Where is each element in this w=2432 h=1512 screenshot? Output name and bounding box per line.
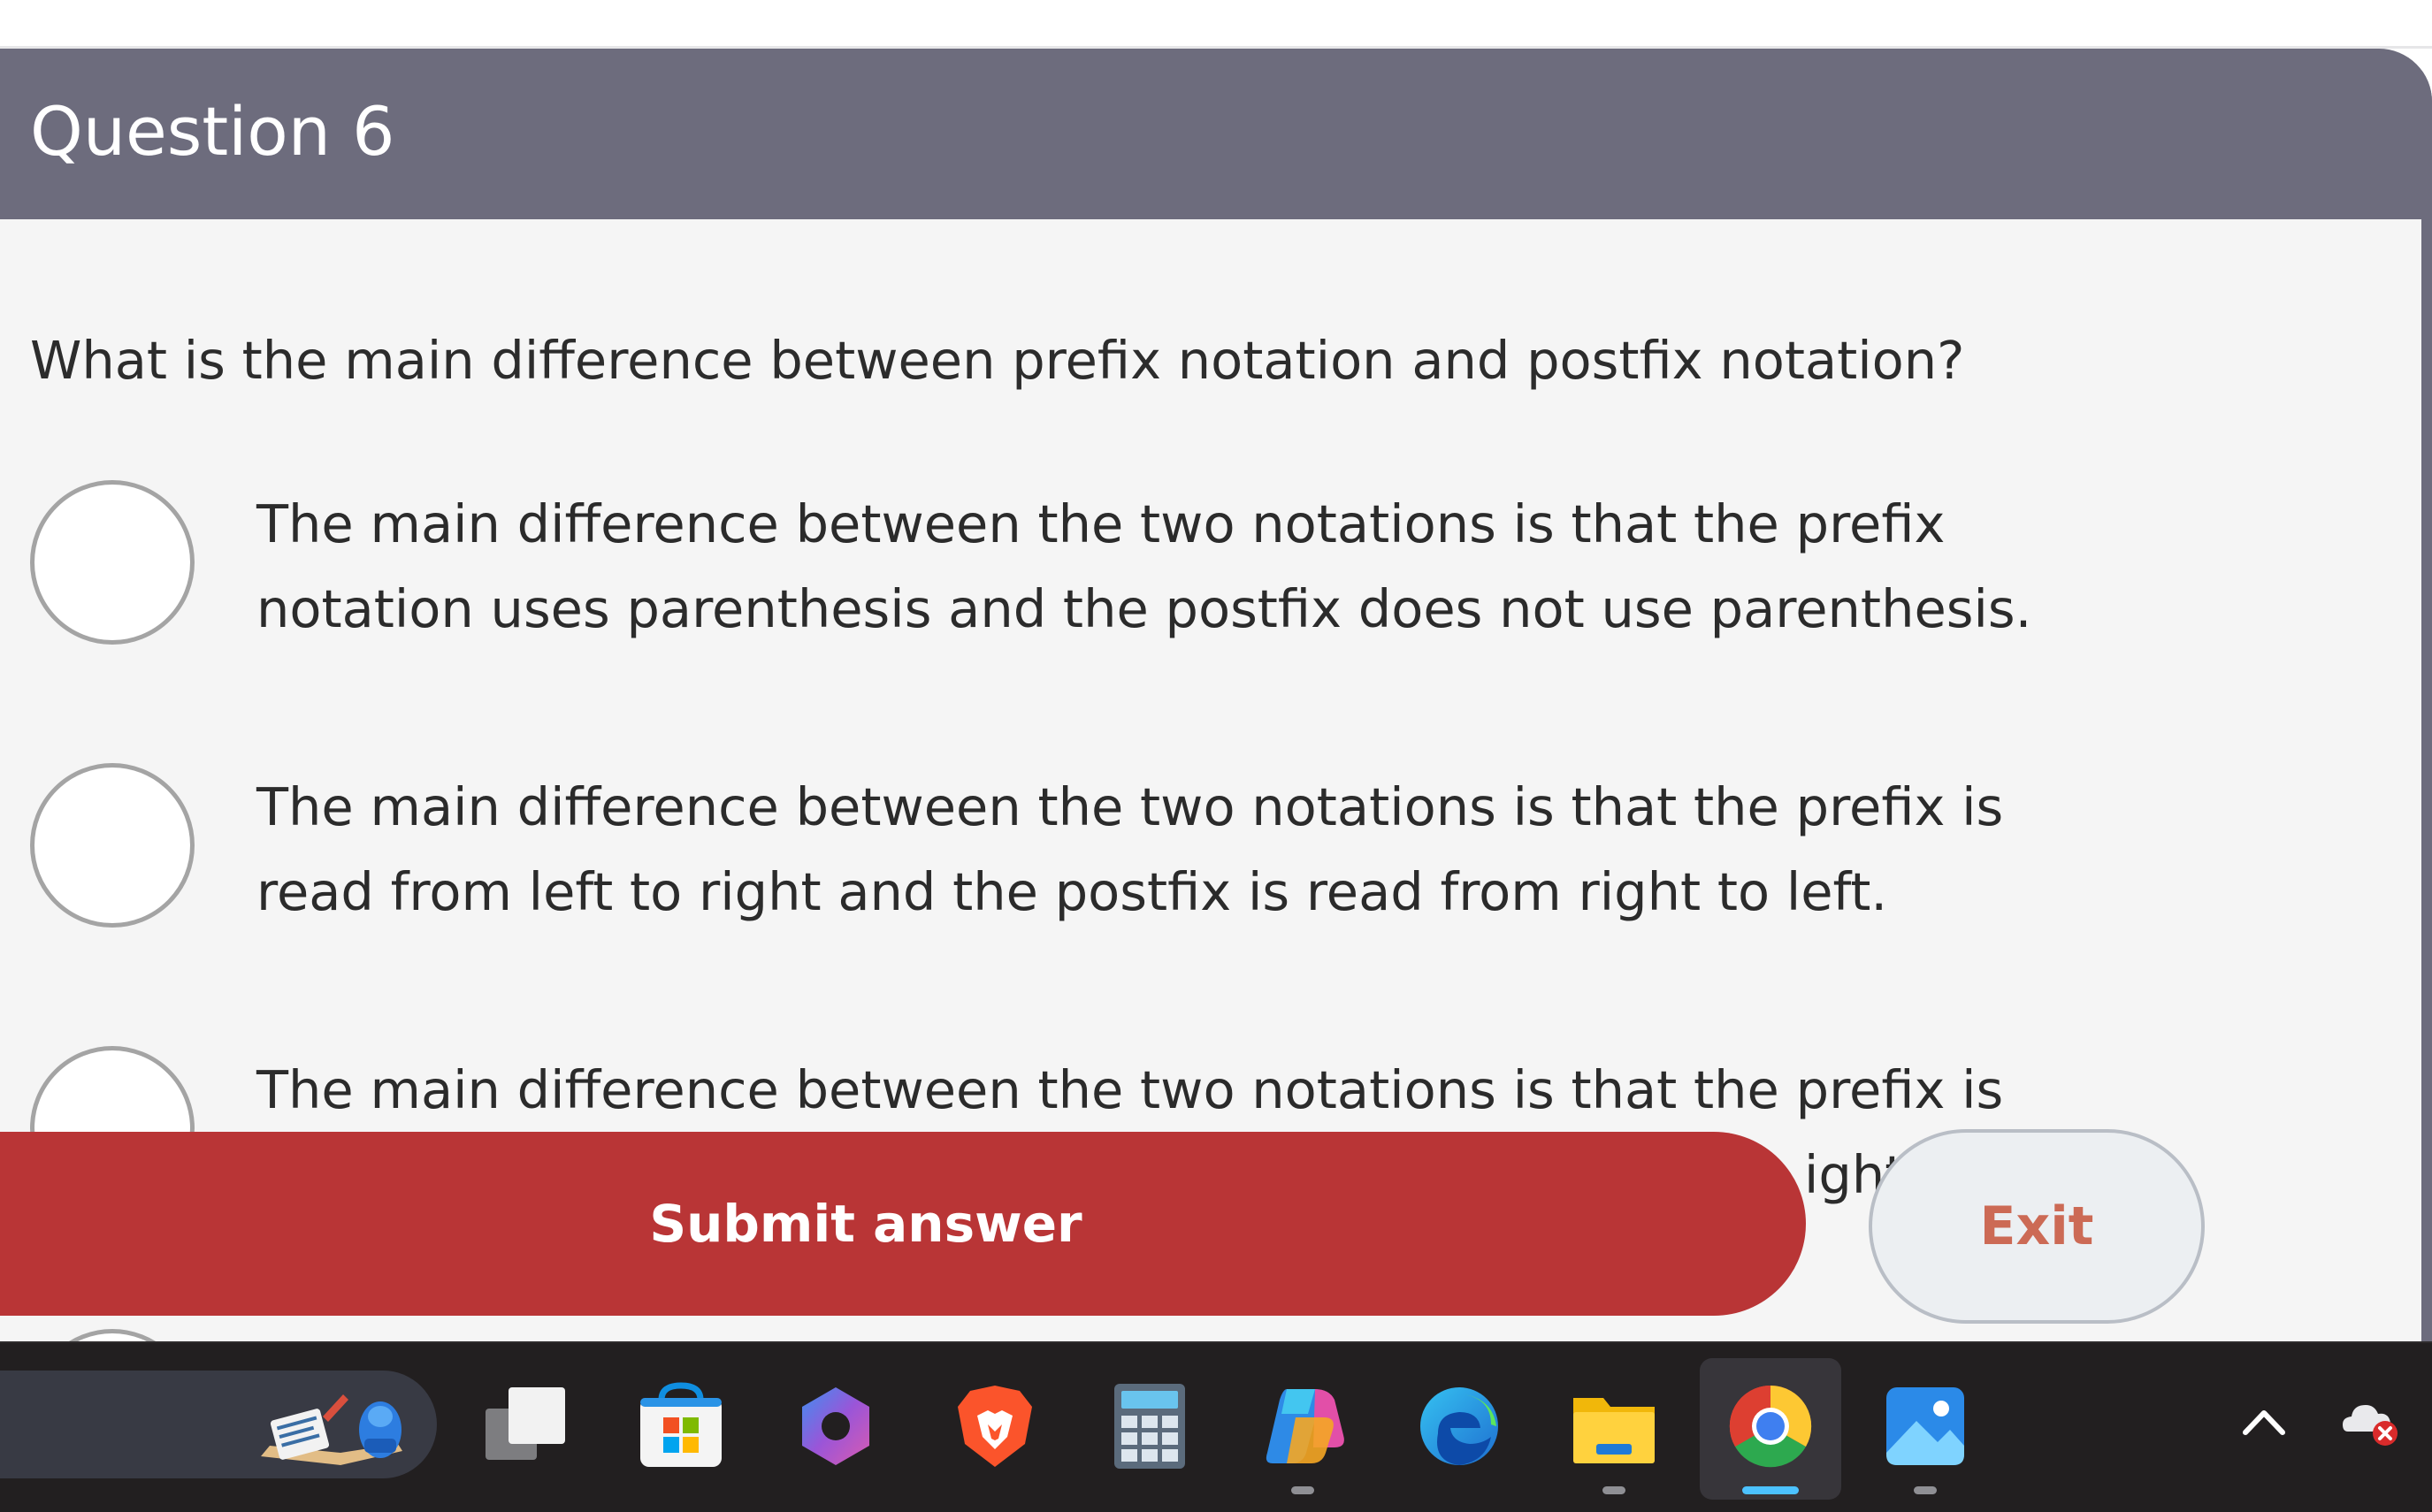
windows-taskbar — [0, 1341, 2432, 1512]
option-text: The main difference between the two nota… — [256, 482, 2114, 652]
answer-option[interactable]: The main difference between the two nota… — [30, 480, 2241, 657]
option-line: notation uses parenthesis and the postfi… — [256, 578, 2032, 639]
option-text: The main difference between the two nota… — [256, 765, 2114, 935]
file-explorer-icon[interactable] — [1570, 1382, 1658, 1470]
answer-option[interactable]: The main difference between the two nota… — [30, 763, 2241, 940]
microsoft-365-copilot-icon[interactable] — [792, 1382, 880, 1470]
radio-button[interactable] — [30, 763, 195, 928]
submit-answer-button[interactable]: Submit answer — [0, 1132, 1806, 1316]
answer-option[interactable] — [30, 1329, 2241, 1341]
browser-top-strip — [0, 0, 2432, 49]
option-line: read from left to right and the postfix … — [256, 861, 1888, 922]
option-line: The main difference between the two nota… — [256, 493, 1946, 554]
onedrive-error-icon[interactable] — [2339, 1389, 2401, 1451]
chrome-browser-icon[interactable] — [1726, 1382, 1815, 1470]
quiz-header: Question 6 — [0, 49, 2432, 219]
brave-browser-icon[interactable] — [951, 1382, 1039, 1470]
microsoft-store-icon[interactable] — [637, 1382, 725, 1470]
running-indicator — [1914, 1486, 1937, 1494]
edge-browser-icon[interactable] — [1415, 1382, 1503, 1470]
running-indicator — [1602, 1486, 1625, 1494]
submit-answer-label: Submit answer — [649, 1194, 1082, 1254]
option-line: The main difference between the two nota… — [256, 776, 2004, 837]
widgets-icon[interactable] — [256, 1377, 424, 1474]
radio-button[interactable] — [30, 480, 195, 645]
running-indicator — [1291, 1486, 1314, 1494]
photos-icon[interactable] — [1881, 1382, 1969, 1470]
question-text: What is the main difference between pref… — [30, 330, 1965, 391]
chevron-up-icon[interactable] — [2233, 1392, 2295, 1454]
option-line: The main difference between the two nota… — [256, 1059, 2004, 1120]
calculator-icon[interactable] — [1105, 1382, 1194, 1470]
question-title: Question 6 — [30, 92, 395, 171]
quiz-card: Question 6 What is the main difference b… — [0, 49, 2432, 1341]
copilot-icon[interactable] — [1260, 1382, 1349, 1470]
active-running-indicator — [1742, 1486, 1799, 1494]
task-view-icon[interactable] — [482, 1382, 570, 1470]
exit-button[interactable]: Exit — [1869, 1129, 2205, 1324]
radio-button[interactable] — [30, 1329, 195, 1341]
